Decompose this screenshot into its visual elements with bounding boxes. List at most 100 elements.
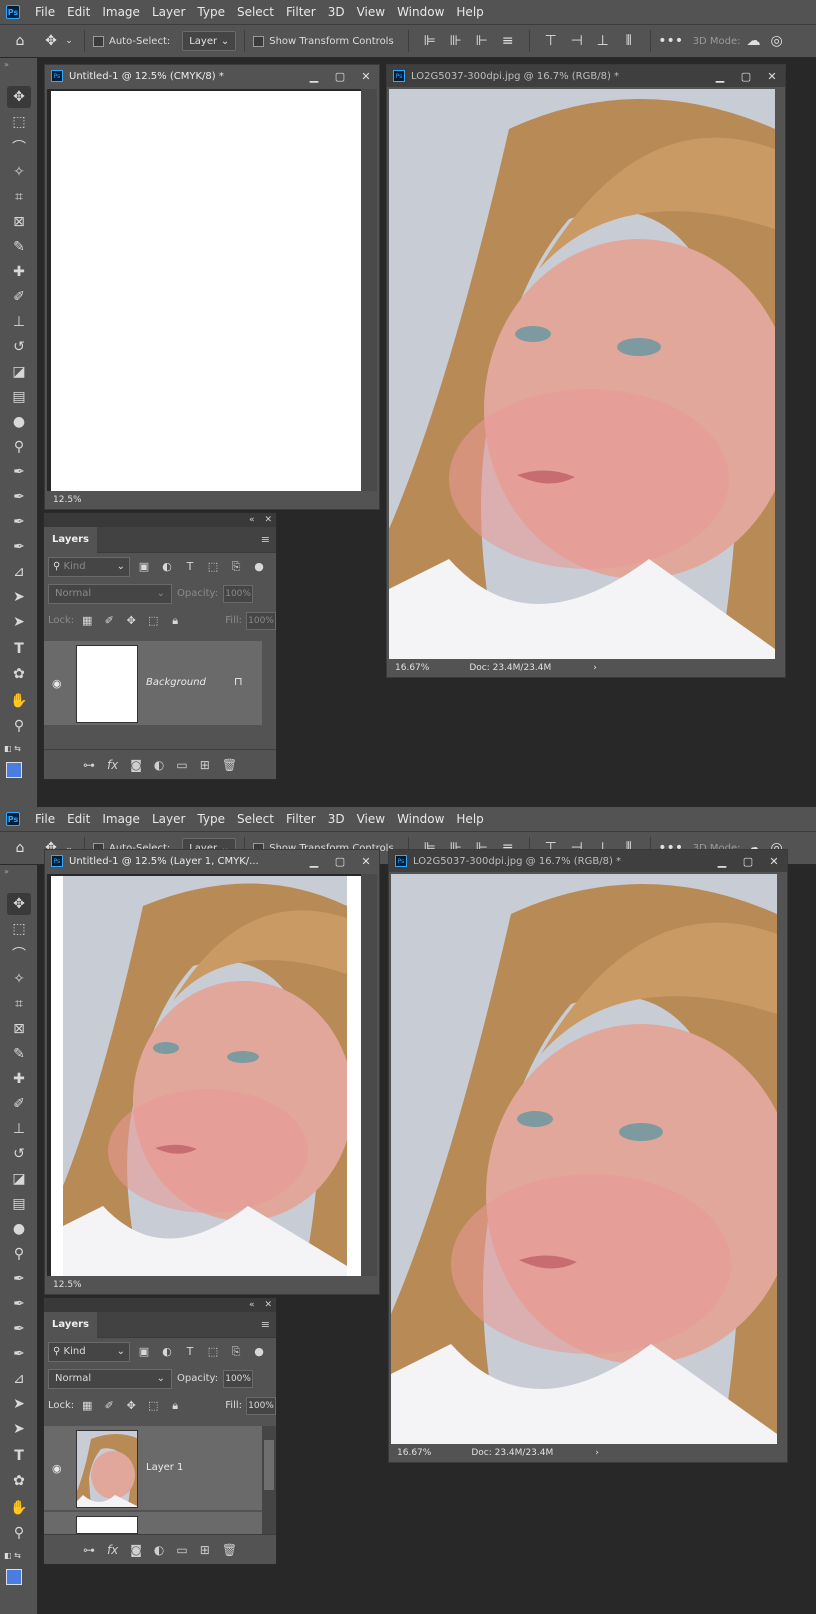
blank-document[interactable] — [51, 91, 361, 491]
chevron-down-icon[interactable]: ⌄ — [62, 36, 76, 46]
menu-filter[interactable]: Filter — [281, 812, 321, 826]
align-right-icon[interactable]: ⊩ — [469, 33, 495, 49]
foreground-color-swatch[interactable] — [6, 1569, 22, 1585]
vertical-scrollbar[interactable] — [361, 874, 377, 1276]
home-icon[interactable]: ⌂ — [0, 33, 40, 49]
tab-layers[interactable]: Layers — [44, 1311, 97, 1338]
move-tool-icon[interactable]: ✥ — [7, 893, 31, 915]
pen-icon[interactable]: ✒ — [7, 1268, 31, 1290]
menu-type[interactable]: Type — [192, 5, 230, 19]
direct-selection-icon[interactable]: ➤ — [7, 1418, 31, 1440]
scrollbar-thumb[interactable] — [264, 1440, 274, 1490]
menu-window[interactable]: Window — [392, 812, 449, 826]
align-center-icon[interactable]: ⊪ — [443, 33, 469, 49]
tab-layers[interactable]: Layers — [44, 526, 97, 553]
minimize-icon[interactable]: ▁ — [707, 70, 733, 83]
opacity-field[interactable]: 100% — [223, 1369, 254, 1388]
menu-select[interactable]: Select — [232, 5, 279, 19]
menu-layer[interactable]: Layer — [147, 5, 190, 19]
menu-help[interactable]: Help — [451, 812, 488, 826]
shape-filter-icon[interactable]: ⬚ — [204, 560, 222, 573]
dodge-icon[interactable]: ⚲ — [7, 1243, 31, 1265]
image-filter-icon[interactable]: ▣ — [135, 1345, 153, 1358]
eyedropper-icon[interactable]: ✎ — [7, 236, 31, 258]
background-layer-row[interactable] — [44, 1512, 262, 1534]
opacity-field[interactable]: 100% — [223, 584, 254, 603]
close-icon[interactable]: ✕ — [761, 855, 787, 868]
zoom-level[interactable]: 12.5% — [53, 495, 82, 505]
brush-icon[interactable]: ✐ — [7, 286, 31, 308]
mask-icon[interactable]: ◙ — [130, 758, 142, 772]
history-brush-icon[interactable]: ↺ — [7, 336, 31, 358]
freeform-pen-icon[interactable]: ✒ — [7, 1293, 31, 1315]
kind-filter-dropdown[interactable]: ⚲ Kind ⌄ — [48, 556, 130, 577]
group-folder-icon[interactable]: ▭ — [176, 758, 187, 772]
close-panel-icon[interactable]: ✕ — [264, 1300, 272, 1310]
frame-icon[interactable]: ⊠ — [7, 1018, 31, 1040]
type-filter-icon[interactable]: T — [181, 1345, 199, 1358]
show-transform-checkbox[interactable] — [253, 35, 265, 47]
type-icon[interactable]: T — [7, 638, 31, 660]
blur-icon[interactable]: ● — [7, 411, 31, 433]
smart-object-filter-icon[interactable]: ⎘ — [227, 1345, 245, 1359]
canvas[interactable] — [47, 874, 361, 1276]
marquee-icon[interactable]: ⬚ — [7, 918, 31, 940]
layers-scrollbar[interactable] — [262, 1426, 276, 1534]
lock-pixels-icon[interactable]: ✐ — [100, 1399, 118, 1412]
new-layer-icon[interactable]: ⊞ — [200, 758, 210, 772]
swap-colors-icon[interactable]: ◧ ⇆ — [4, 744, 21, 753]
distribute-vertical-icon[interactable]: ⫴ — [616, 33, 642, 49]
convert-point-icon[interactable]: ⊿ — [7, 561, 31, 583]
collapse-panel-icon[interactable]: « — [249, 1300, 255, 1310]
adjustment-filter-icon[interactable]: ◐ — [158, 560, 176, 573]
convert-point-icon[interactable]: ⊿ — [7, 1368, 31, 1390]
image-filter-icon[interactable]: ▣ — [135, 560, 153, 573]
shape-icon[interactable]: ✿ — [7, 663, 31, 685]
chevron-right-icon[interactable]: › — [593, 663, 597, 673]
dodge-icon[interactable]: ⚲ — [7, 436, 31, 458]
menu-select[interactable]: Select — [232, 812, 279, 826]
layer-name[interactable]: Layer 1 — [146, 1462, 183, 1473]
document-window-untitled[interactable]: Ps Untitled-1 @ 12.5% (Layer 1, CMYK/...… — [44, 849, 380, 1295]
auto-select-dropdown[interactable]: Layer ⌄ — [182, 31, 237, 51]
marquee-icon[interactable]: ⬚ — [7, 111, 31, 133]
swap-colors-icon[interactable]: ◧ ⇆ — [4, 1551, 21, 1560]
blur-icon[interactable]: ● — [7, 1218, 31, 1240]
align-middle-icon[interactable]: ⊣ — [564, 33, 590, 49]
document-window-untitled[interactable]: Ps Untitled-1 @ 12.5% (CMYK/8) * ▁ ▢ ✕ 1… — [44, 64, 380, 510]
visibility-eye-icon[interactable]: ◉ — [52, 1462, 62, 1475]
lock-pixels-icon[interactable]: ✐ — [100, 614, 118, 627]
lock-artboard-icon[interactable]: ⬚ — [144, 614, 162, 627]
maximize-icon[interactable]: ▢ — [327, 855, 353, 868]
clone-stamp-icon[interactable]: ⊥ — [7, 311, 31, 333]
zoom-level[interactable]: 12.5% — [53, 1280, 82, 1290]
healing-brush-icon[interactable]: ✚ — [7, 261, 31, 283]
add-anchor-icon[interactable]: ✒ — [7, 536, 31, 558]
mask-icon[interactable]: ◙ — [130, 1543, 142, 1557]
document-window-photo[interactable]: Ps LO2G5037-300dpi.jpg @ 16.7% (RGB/8) *… — [388, 849, 788, 1463]
lock-position-icon[interactable]: ✥ — [122, 1399, 140, 1412]
filter-toggle-icon[interactable]: ● — [250, 560, 268, 573]
collapse-icon[interactable]: » — [4, 867, 9, 876]
lasso-icon[interactable]: ⌒ — [7, 943, 31, 965]
lock-position-icon[interactable]: ✥ — [122, 614, 140, 627]
freeform-pen-icon[interactable]: ✒ — [7, 486, 31, 508]
zoom-icon[interactable]: ⚲ — [7, 1522, 31, 1544]
pasted-portrait-layer[interactable] — [63, 876, 347, 1276]
menu-filter[interactable]: Filter — [281, 5, 321, 19]
curvature-pen-icon[interactable]: ✒ — [7, 511, 31, 533]
gradient-icon[interactable]: ▤ — [7, 1193, 31, 1215]
align-left-icon[interactable]: ⊫ — [417, 33, 443, 49]
panel-menu-icon[interactable]: ≡ — [261, 1318, 270, 1331]
close-icon[interactable]: ✕ — [353, 855, 379, 868]
document-window-photo[interactable]: Ps LO2G5037-300dpi.jpg @ 16.7% (RGB/8) *… — [386, 64, 786, 678]
blend-mode-dropdown[interactable]: Normal ⌄ — [48, 583, 172, 604]
lock-all-icon[interactable]: 🔒︎ — [166, 1399, 184, 1413]
panel-menu-icon[interactable]: ≡ — [261, 533, 270, 546]
collapse-panel-icon[interactable]: « — [249, 515, 255, 525]
home-icon[interactable]: ⌂ — [0, 840, 40, 856]
document-titlebar[interactable]: Ps Untitled-1 @ 12.5% (Layer 1, CMYK/...… — [45, 850, 379, 872]
lock-artboard-icon[interactable]: ⬚ — [144, 1399, 162, 1412]
trash-icon[interactable]: 🗑︎ — [222, 758, 237, 772]
lock-transparency-icon[interactable]: ▦ — [78, 1399, 96, 1412]
